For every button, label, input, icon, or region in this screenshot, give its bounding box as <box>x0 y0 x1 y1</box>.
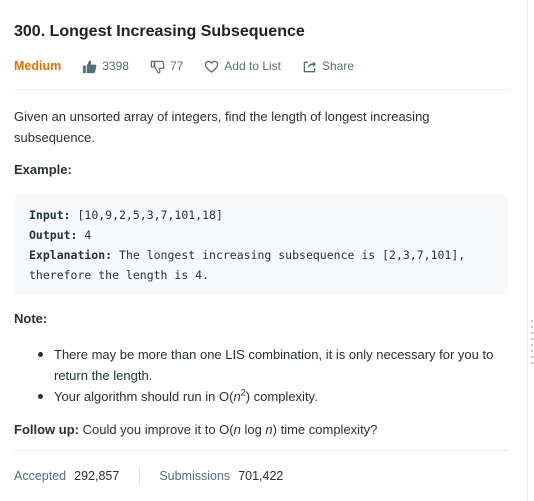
difficulty-badge: Medium <box>14 59 62 73</box>
example-explanation-line-2: therefore the length is 4. <box>29 268 210 282</box>
note-item: Your algorithm should run in O(n2) compl… <box>36 386 506 407</box>
share-label: Share <box>322 59 355 73</box>
header-divider <box>14 89 508 90</box>
note-item: There may be more than one LIS combinati… <box>36 344 506 386</box>
add-to-list-button[interactable]: Add to List <box>204 59 281 74</box>
dislike-count: 77 <box>169 59 184 73</box>
submission-stats: Accepted 292,857 Submissions 701,422 <box>14 466 283 486</box>
example-heading: Example: <box>14 162 72 177</box>
share-icon <box>303 60 317 72</box>
heart-icon <box>205 60 219 73</box>
submissions-label: Submissions <box>159 469 231 483</box>
problem-description: Given an unsorted array of integers, fin… <box>14 109 430 145</box>
output-label: Output: <box>29 228 78 242</box>
output-value: 4 <box>77 228 92 242</box>
add-to-list-label: Add to List <box>224 59 281 73</box>
example-input-line: Input: [10,9,2,5,3,7,101,18] <box>29 205 493 225</box>
input-value: [10,9,2,5,3,7,101,18] <box>70 208 223 222</box>
dislike-button[interactable]: 77 <box>150 59 183 74</box>
accepted-label: Accepted <box>14 469 67 483</box>
example-explanation-line: Explanation: The longest increasing subs… <box>29 245 493 265</box>
thumbs-down-icon <box>150 60 165 74</box>
panel-resize-handle[interactable] <box>530 318 534 368</box>
note-heading: Note: <box>14 311 48 326</box>
note-list: There may be more than one LIS combinati… <box>36 344 506 407</box>
stats-divider <box>14 450 508 451</box>
example-output-line: Output: 4 <box>29 225 493 245</box>
follow-up-label: Follow up: <box>14 422 79 437</box>
thumbs-up-icon <box>83 59 97 73</box>
example-code-block: Input: [10,9,2,5,3,7,101,18] Output: 4 Exp… <box>14 194 508 295</box>
share-button[interactable]: Share <box>302 59 354 74</box>
explanation-label: Explanation: <box>29 248 113 262</box>
submissions-count: 701,422 <box>238 469 284 483</box>
accepted-count: 292,857 <box>74 469 120 483</box>
problem-description-panel: 300. Longest Increasing Subsequence Medi… <box>0 0 528 501</box>
problem-meta-bar: Medium 3398 77 Add to List Share <box>14 57 375 75</box>
input-label: Input: <box>29 208 71 222</box>
like-count: 3398 <box>102 59 129 73</box>
problem-title: 300. Longest Increasing Subsequence <box>14 23 305 40</box>
like-button[interactable]: 3398 <box>82 59 129 74</box>
explanation-text: The longest increasing subsequence is [2… <box>112 248 466 262</box>
follow-up: Follow up: Could you improve it to O(n l… <box>14 422 378 437</box>
stats-separator <box>139 467 141 485</box>
